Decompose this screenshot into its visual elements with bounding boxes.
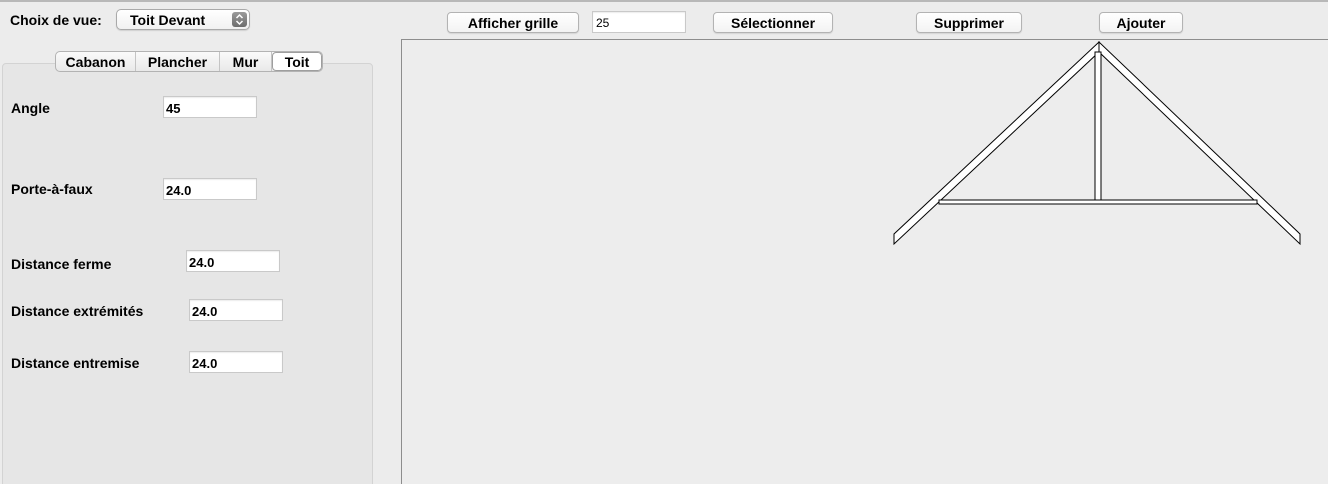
angle-label: Angle	[11, 100, 50, 116]
king-post	[1094, 51, 1102, 201]
view-select-value: Toit Devant	[130, 12, 206, 28]
add-button[interactable]: Ajouter	[1099, 12, 1183, 33]
select-button[interactable]: Sélectionner	[713, 12, 833, 33]
chevron-up-down-icon	[232, 12, 247, 27]
view-select[interactable]: Toit Devant	[116, 9, 250, 30]
properties-panel	[2, 63, 373, 484]
bottom-chord	[938, 199, 1258, 205]
blocking-distance-input[interactable]	[189, 351, 283, 373]
end-distance-label: Distance extrémités	[11, 303, 144, 319]
left-rafter	[893, 40, 1100, 246]
show-grid-button[interactable]: Afficher grille	[447, 12, 579, 33]
angle-input[interactable]	[163, 96, 257, 118]
overhang-input[interactable]	[163, 178, 257, 200]
roof-truss-drawing	[893, 40, 1301, 246]
grid-size-input[interactable]	[592, 11, 686, 33]
delete-button[interactable]: Supprimer	[916, 12, 1022, 33]
truss-distance-label: Distance ferme	[11, 256, 112, 272]
blocking-distance-label: Distance entremise	[11, 355, 140, 371]
end-distance-input[interactable]	[189, 299, 283, 321]
overhang-label: Porte-à-faux	[11, 181, 93, 197]
app-window: Choix de vue: Toit Devant Afficher grill…	[0, 0, 1328, 484]
tab-mur[interactable]: Mur	[220, 52, 272, 71]
right-rafter	[1098, 40, 1301, 246]
view-choice-label: Choix de vue:	[10, 12, 102, 28]
tab-cabanon[interactable]: Cabanon	[56, 52, 136, 71]
tab-plancher[interactable]: Plancher	[136, 52, 220, 71]
drawing-canvas[interactable]	[401, 39, 1328, 484]
tab-toit[interactable]: Toit	[272, 52, 322, 71]
truss-distance-input[interactable]	[186, 250, 280, 272]
tab-bar: Cabanon Plancher Mur Toit	[55, 51, 323, 72]
